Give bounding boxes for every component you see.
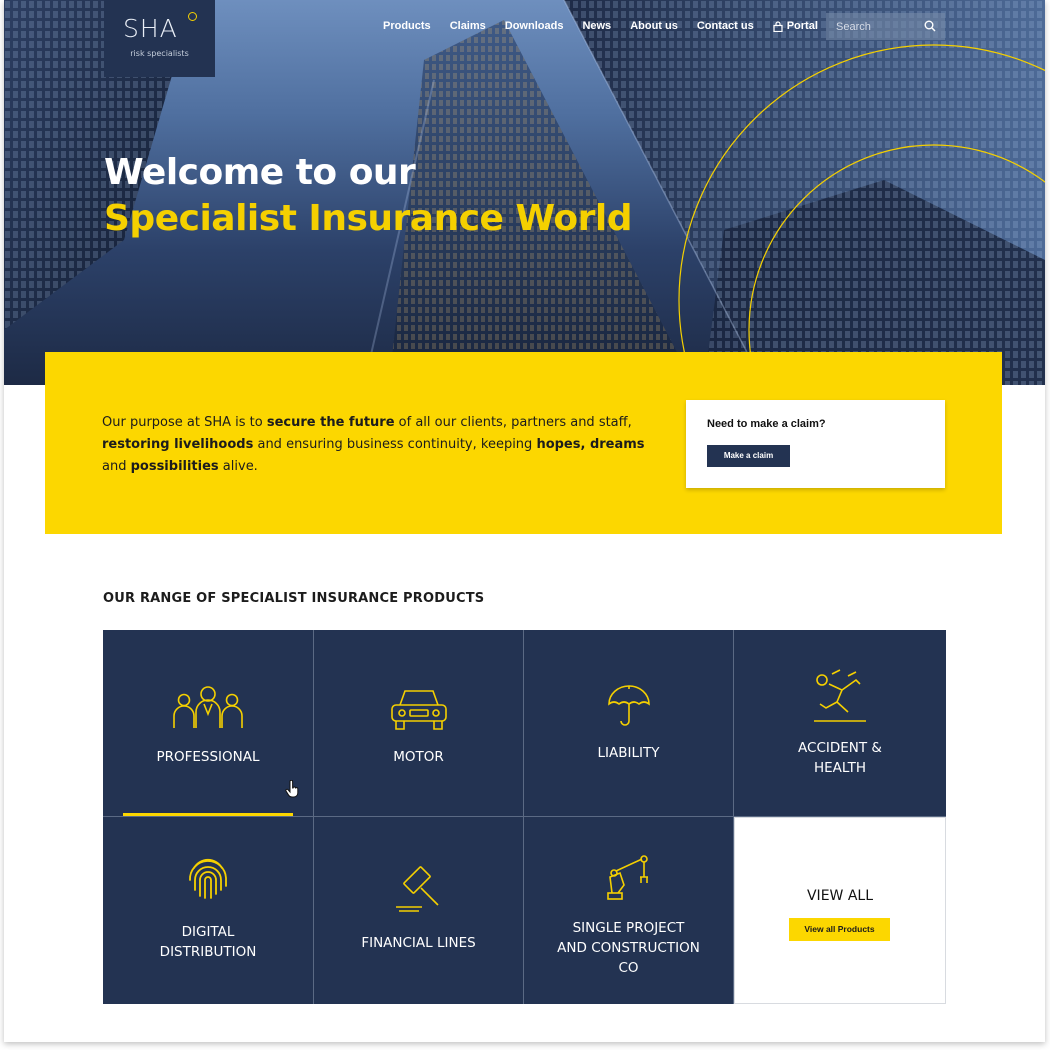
- purpose-text-3: and ensuring business continuity, keepin…: [253, 437, 537, 452]
- product-tile-motor[interactable]: MOTOR: [314, 630, 524, 817]
- purpose-bold-3: hopes, dreams: [536, 437, 645, 452]
- search-icon[interactable]: [924, 20, 936, 32]
- search-box: [826, 13, 945, 40]
- logo-tagline: risk specialists: [130, 49, 189, 58]
- view-all-tile: VIEW ALL View all Products: [734, 817, 946, 1004]
- purpose-text-5: alive.: [218, 459, 258, 474]
- view-all-products-button[interactable]: View all Products: [789, 918, 890, 941]
- nav-item-products[interactable]: Products: [383, 20, 431, 32]
- nav-item-claims[interactable]: Claims: [450, 20, 486, 32]
- nav-item-news[interactable]: News: [582, 20, 611, 32]
- product-label-digital-distribution: DIGITAL DISTRIBUTION: [159, 924, 257, 960]
- product-label-accident-health: ACCIDENT & HEALTH: [798, 740, 882, 776]
- product-label-professional: PROFESSIONAL: [156, 749, 260, 765]
- car-icon: [391, 690, 447, 730]
- logo-wordmark: SHA: [123, 14, 178, 43]
- product-label-liability: LIABILITY: [597, 745, 660, 761]
- purpose-band: Our purpose at SHA is to secure the futu…: [45, 352, 1002, 534]
- active-tile-indicator: [123, 813, 293, 816]
- product-tile-accident-health[interactable]: ACCIDENT & HEALTH: [734, 630, 946, 817]
- claim-card: Need to make a claim? Make a claim: [686, 400, 945, 488]
- product-tile-digital-distribution[interactable]: DIGITAL DISTRIBUTION: [103, 817, 314, 1004]
- portal-label: Portal: [786, 20, 818, 32]
- page-frame: SHA risk specialists Products Claims Dow…: [4, 0, 1045, 1042]
- view-all-title: VIEW ALL: [806, 888, 874, 904]
- main-nav: Products Claims Downloads News About us …: [383, 20, 837, 32]
- robot-arm-icon: [607, 855, 648, 900]
- purpose-statement: Our purpose at SHA is to secure the futu…: [102, 412, 647, 478]
- product-tile-liability[interactable]: LIABILITY: [524, 630, 734, 817]
- product-label-motor: MOTOR: [393, 749, 444, 765]
- logo[interactable]: SHA risk specialists: [104, 0, 215, 77]
- nav-item-about-us[interactable]: About us: [630, 20, 678, 32]
- fingerprint-icon: [189, 858, 227, 899]
- nav-item-downloads[interactable]: Downloads: [505, 20, 564, 32]
- lock-icon: [773, 20, 783, 32]
- products-grid: PROFESSIONAL MOTOR LIABILITY ACCIDENT & …: [103, 630, 946, 1004]
- hand-cursor-icon: [285, 780, 299, 798]
- logo-degree-mark: [188, 12, 197, 21]
- nav-item-contact-us[interactable]: Contact us: [697, 20, 754, 32]
- purpose-bold-1: secure the future: [266, 415, 395, 430]
- products-section-title: OUR RANGE OF SPECIALIST INSURANCE PRODUC…: [103, 591, 485, 606]
- hero-banner: SHA risk specialists Products Claims Dow…: [4, 0, 1045, 385]
- purpose-text-2: of all our clients, partners and staff,: [394, 415, 632, 430]
- purpose-bold-2: restoring livelihoods: [102, 437, 254, 452]
- product-tile-single-project[interactable]: SINGLE PROJECT AND CONSTRUCTION CO: [524, 817, 734, 1004]
- hero-title: Welcome to our Specialist Insurance Worl…: [104, 150, 633, 242]
- product-label-financial-lines: FINANCIAL LINES: [361, 935, 476, 951]
- make-claim-button[interactable]: Make a claim: [707, 445, 790, 467]
- claim-title: Need to make a claim?: [707, 418, 826, 430]
- nav-item-portal[interactable]: Portal: [773, 20, 818, 32]
- hero-title-line1: Welcome to our: [104, 152, 416, 193]
- product-tile-financial-lines[interactable]: FINANCIAL LINES: [314, 817, 524, 1004]
- people-group-icon: [173, 686, 243, 728]
- purpose-text-4: and: [102, 459, 131, 474]
- purpose-bold-4: possibilities: [130, 459, 219, 474]
- search-input[interactable]: [836, 20, 921, 33]
- gavel-icon: [396, 866, 439, 912]
- product-tile-professional[interactable]: PROFESSIONAL: [103, 630, 314, 817]
- hero-title-line2: Specialist Insurance World: [104, 198, 633, 239]
- purpose-text-1: Our purpose at SHA is to: [102, 415, 267, 430]
- product-label-single-project: SINGLE PROJECT AND CONSTRUCTION CO: [557, 920, 700, 976]
- umbrella-icon: [608, 685, 650, 726]
- slipping-person-icon: [814, 669, 866, 722]
